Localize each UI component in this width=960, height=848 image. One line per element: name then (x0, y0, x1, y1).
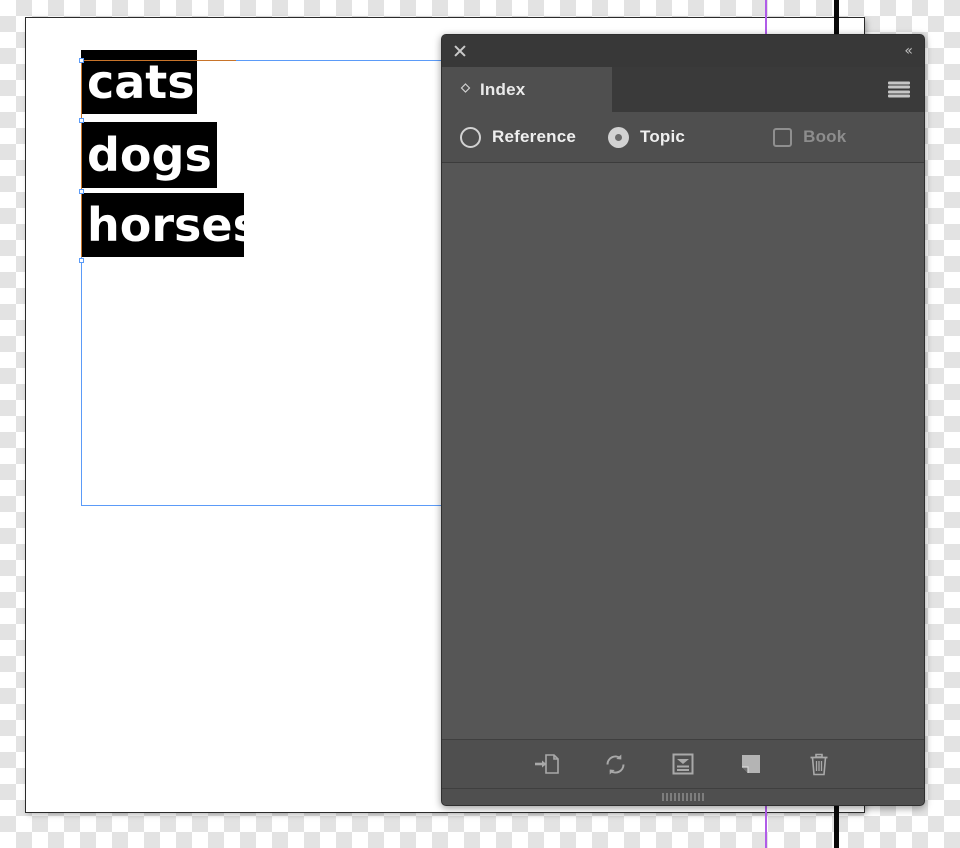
checkbox-label-book: Book (803, 127, 847, 146)
text-frame-cats[interactable]: cats (81, 50, 197, 114)
frame-handle-bottom[interactable] (79, 258, 84, 263)
double-chevron-left-icon[interactable]: « (904, 44, 913, 58)
radio-icon-topic[interactable] (608, 126, 630, 148)
hamburger-line (888, 90, 910, 94)
hamburger-line (888, 81, 910, 84)
radio-label-topic: Topic (640, 127, 686, 146)
text-frame-cats-label: cats (87, 55, 195, 109)
index-entry-list[interactable] (442, 163, 924, 739)
text-frame-dogs[interactable]: dogs (81, 122, 217, 188)
panel-options-row: Reference Topic Book (442, 112, 924, 163)
app-root: cats dogs horses « Index Reference Topic… (0, 0, 960, 848)
resize-grip-icon[interactable] (442, 788, 924, 805)
tab-index[interactable]: Index (442, 67, 612, 112)
checkbox-icon-book (773, 127, 793, 147)
diamond-icon (460, 82, 471, 93)
panel-tabstrip: Index (442, 67, 924, 112)
text-frame-horses[interactable]: horses (81, 193, 260, 257)
hamburger-menu-icon[interactable] (888, 81, 910, 98)
checkbox-option-book: Book (773, 127, 846, 147)
frame-handle-mid2[interactable] (79, 189, 84, 194)
hamburger-line (888, 94, 910, 98)
text-frame-horses-label: horses (87, 198, 260, 252)
radio-icon-reference[interactable] (460, 126, 481, 148)
panel-titlebar: « (442, 35, 924, 67)
tab-index-label: Index (480, 79, 526, 99)
frame-handle-mid1[interactable] (79, 118, 84, 123)
hamburger-line (888, 85, 910, 89)
index-panel[interactable]: « Index Reference Topic Book (441, 34, 925, 806)
panel-bottom-toolbar (442, 739, 924, 788)
radio-option-topic[interactable]: Topic (608, 126, 686, 148)
refresh-sync-icon[interactable] (600, 749, 630, 779)
text-frame-dogs-label: dogs (87, 128, 212, 182)
close-icon[interactable] (452, 43, 468, 59)
generate-index-icon[interactable] (668, 749, 698, 779)
resize-grip-marks (662, 793, 704, 801)
radio-option-reference[interactable]: Reference (460, 126, 577, 148)
trash-icon[interactable] (804, 749, 834, 779)
frame-handle-top[interactable] (79, 58, 84, 63)
radio-label-reference: Reference (492, 127, 577, 146)
import-to-page-icon[interactable] (532, 749, 562, 779)
new-page-entry-icon[interactable] (736, 749, 766, 779)
